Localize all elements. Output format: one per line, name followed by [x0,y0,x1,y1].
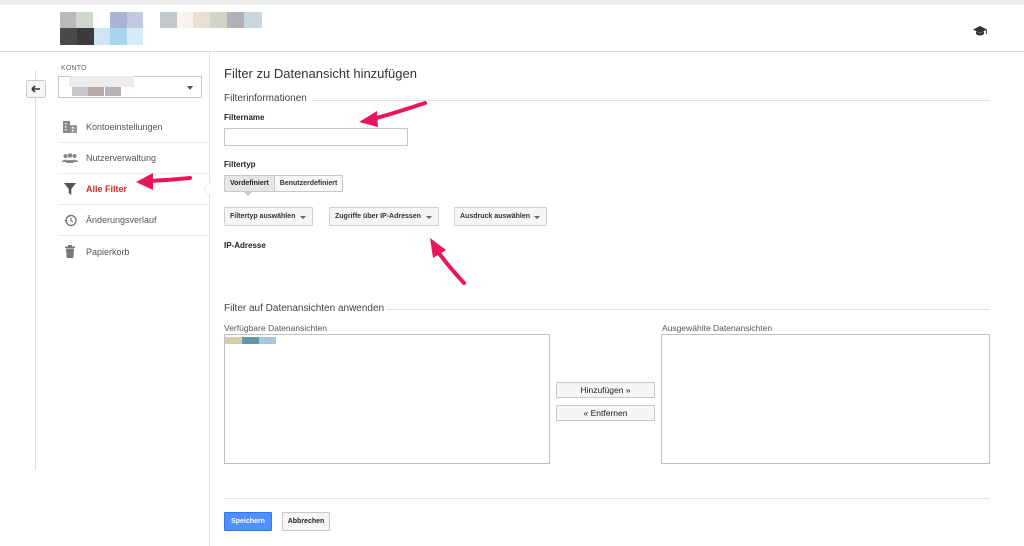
sidebar-item-user-management[interactable]: Nutzerverwaltung [58,143,210,174]
sidebar-item-label: Nutzerverwaltung [86,153,157,163]
chevron-down-icon [187,86,193,90]
filter-icon [62,181,78,197]
sidebar-nav: Kontoeinstellungen Nutzerverwaltung Alle… [58,112,211,267]
sidebar-item-label: Änderungsverlauf [86,215,157,225]
blurred-logo [60,12,262,45]
sidebar: KONTO Kontoeinstellungen Nutzerverwaltun… [0,52,211,546]
sidebar-item-trash[interactable]: Papierkorb [58,236,210,267]
selected-views-list[interactable] [661,334,990,464]
page-title: Filter zu Datenansicht hinzufügen [224,66,417,81]
arrow-left-icon [31,85,40,93]
sidebar-item-account-settings[interactable]: Kontoeinstellungen [58,112,210,143]
annotation-arrow-icon [430,238,466,285]
source-dropdown[interactable]: Zugriffe über IP-Adressen [329,207,439,226]
available-views-list[interactable] [224,334,550,464]
building-icon [62,119,78,135]
annotation-arrow-icon [359,101,427,127]
available-views-label: Verfügbare Datenansichten [224,323,328,333]
account-label: KONTO [61,65,87,72]
filter-type-label: Filtertyp [224,160,256,169]
apply-views-heading: Filter auf Datenansichten anwenden [224,303,385,314]
selected-tab-pointer [244,192,252,196]
dropdown-label: Ausdruck auswählen [460,213,531,220]
section-divider [386,309,990,310]
filter-type-dropdown[interactable]: Filtertyp auswählen [224,207,313,226]
section-divider [312,100,990,101]
filter-name-label: Filtername [224,113,265,122]
footer-divider [224,498,990,499]
ip-address-label: IP-Adresse [224,241,266,250]
sidebar-divider [35,70,36,470]
add-view-button[interactable]: Hinzufügen » [556,382,655,398]
save-button[interactable]: Speichern [224,512,272,531]
sidebar-item-all-filters[interactable]: Alle Filter [58,174,211,205]
sidebar-item-label: Alle Filter [86,184,128,194]
users-icon [62,150,78,166]
expression-dropdown[interactable]: Ausdruck auswählen [454,207,547,226]
chevron-down-icon [534,216,540,219]
remove-view-button[interactable]: « Entfernen [556,405,655,421]
account-select[interactable] [58,76,202,98]
history-icon [62,212,78,228]
graduation-cap-icon[interactable] [972,25,988,37]
filter-info-heading: Filterinformationen [224,93,307,104]
sidebar-item-label: Papierkorb [86,246,130,257]
chevron-down-icon [300,216,306,219]
dropdown-label: Filtertyp auswählen [230,213,296,220]
app-header [0,5,1024,52]
dropdown-label: Zugriffe über IP-Adressen [335,213,421,220]
cancel-button[interactable]: Abbrechen [282,512,330,531]
trash-icon [62,244,78,260]
filter-name-input[interactable] [224,128,408,146]
chevron-down-icon [426,216,432,219]
selected-views-label: Ausgewählte Datenansichten [662,323,773,333]
sidebar-item-change-history[interactable]: Änderungsverlauf [58,205,210,236]
back-button[interactable] [26,80,46,98]
sidebar-item-label: Kontoeinstellungen [86,122,163,132]
tab-predefined[interactable]: Vordefiniert [224,175,275,192]
filter-type-toggle: Vordefiniert Benutzerdefiniert [224,175,344,192]
tab-custom[interactable]: Benutzerdefiniert [274,175,344,192]
